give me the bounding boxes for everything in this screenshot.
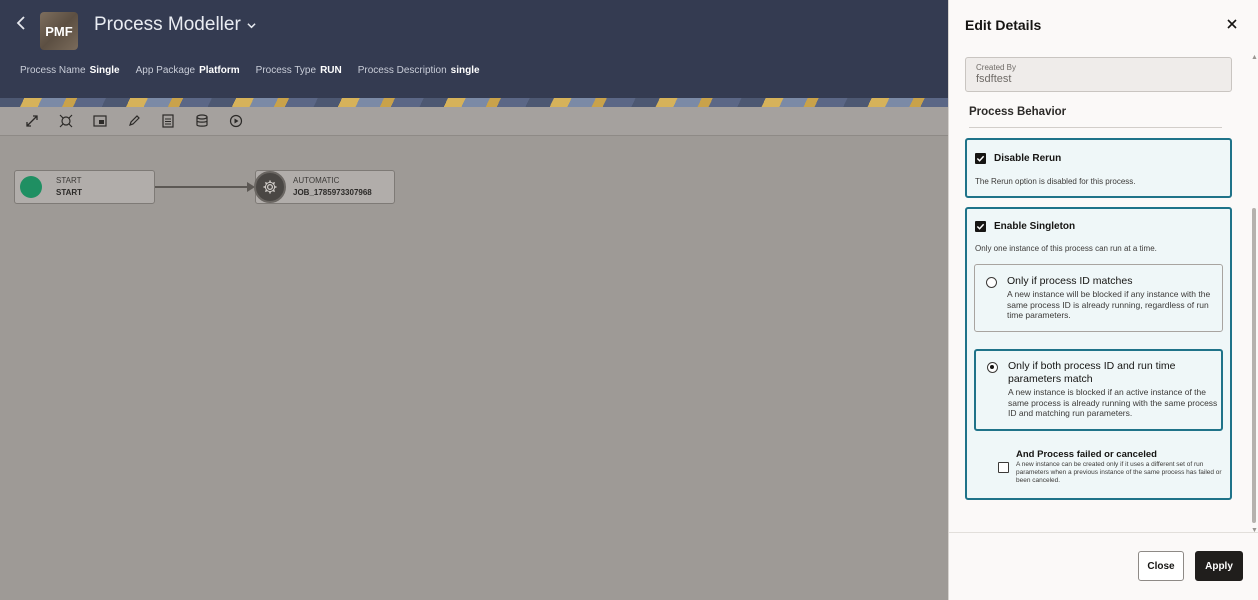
meta-app-package: App Package Platform [135,65,240,76]
document-icon[interactable] [160,113,176,129]
scroll-up-icon[interactable]: ▲ [1251,54,1258,61]
start-icon [20,176,42,198]
apply-button[interactable]: Apply [1195,551,1243,581]
start-node[interactable]: START START [14,170,155,204]
edit-icon[interactable] [126,113,142,129]
process-meta: Process Name Single App Package Platform P… [20,65,480,76]
option-process-id-and-params-desc: A new instance is blocked if an active i… [1008,387,1218,418]
screen-icon[interactable] [92,113,108,129]
page-title: Process Modeller [94,14,241,35]
close-icon[interactable] [1225,17,1239,31]
option-process-id-and-params[interactable]: Only if both process ID and run time par… [974,349,1223,431]
fit-icon[interactable] [58,113,74,129]
app-logo: PMF [40,12,78,50]
enable-singleton-checkbox[interactable] [975,221,986,232]
edit-details-drawer: Edit Details Created By fsdftest Process… [948,0,1258,600]
drawer-scroll-area[interactable]: Created By fsdftest Process Behavior Dis… [949,54,1258,532]
chevron-down-icon [247,22,256,28]
close-button[interactable]: Close [1138,551,1184,581]
section-title: Process Behavior [969,106,1067,118]
automatic-node[interactable]: AUTOMATIC JOB_1785973307968 [254,170,395,204]
app-header: PMF Process Modeller Process Name Single … [0,0,948,107]
created-by-field: Created By fsdftest [965,57,1232,92]
enable-singleton-label[interactable]: Enable Singleton [994,221,1075,232]
gear-icon [254,171,286,203]
disable-rerun-help: The Rerun option is disabled for this pr… [975,177,1136,186]
page-title-dropdown[interactable]: Process Modeller [94,14,256,36]
enable-singleton-help: Only one instance of this process can ru… [975,244,1157,253]
canvas-toolbar [0,107,948,136]
drawer-footer: Close Apply [949,532,1258,600]
failed-or-canceled-checkbox[interactable] [998,462,1009,473]
disable-rerun-card: Disable Rerun The Rerun option is disabl… [965,138,1232,198]
meta-process-name: Process Name Single [20,65,120,76]
node-name: START [56,188,83,197]
enable-singleton-card: Enable Singleton Only one instance of th… [965,207,1232,500]
play-icon[interactable] [228,113,244,129]
drawer-title: Edit Details [965,17,1042,33]
drawer-scrollbar[interactable]: ▲ ▼ [1251,54,1258,534]
node-name: JOB_1785973307968 [293,188,372,197]
created-by-label: Created By [976,63,1017,72]
disable-rerun-label[interactable]: Disable Rerun [994,153,1061,164]
decorative-banner [0,98,948,107]
scrollbar-thumb[interactable] [1252,208,1256,523]
process-canvas[interactable]: START START AUTOMATIC JOB_1785973307968 [0,137,948,600]
divider [969,127,1222,128]
back-icon[interactable] [16,15,32,35]
option-process-id-desc: A new instance will be blocked if any in… [1007,289,1211,320]
node-type: AUTOMATIC [293,176,340,185]
failed-or-canceled-title[interactable]: And Process failed or canceled [1016,449,1157,460]
option-process-id-and-params-title: Only if both process ID and run time par… [1008,360,1176,385]
node-type: START [56,176,82,185]
database-icon[interactable] [194,113,210,129]
disable-rerun-checkbox[interactable] [975,153,986,164]
connector-line [155,186,253,188]
option-process-id-title: Only if process ID matches [1007,275,1133,287]
option-process-id[interactable]: Only if process ID matches A new instanc… [974,264,1223,332]
option-process-id-and-params-radio[interactable] [987,362,998,373]
meta-process-type: Process Type RUN [255,65,342,76]
expand-icon[interactable] [24,113,40,129]
meta-process-description: Process Description single [357,65,480,76]
option-process-id-radio[interactable] [986,277,997,288]
created-by-value: fsdftest [976,73,1012,85]
failed-or-canceled-desc: A new instance can be created only if it… [1016,461,1222,484]
